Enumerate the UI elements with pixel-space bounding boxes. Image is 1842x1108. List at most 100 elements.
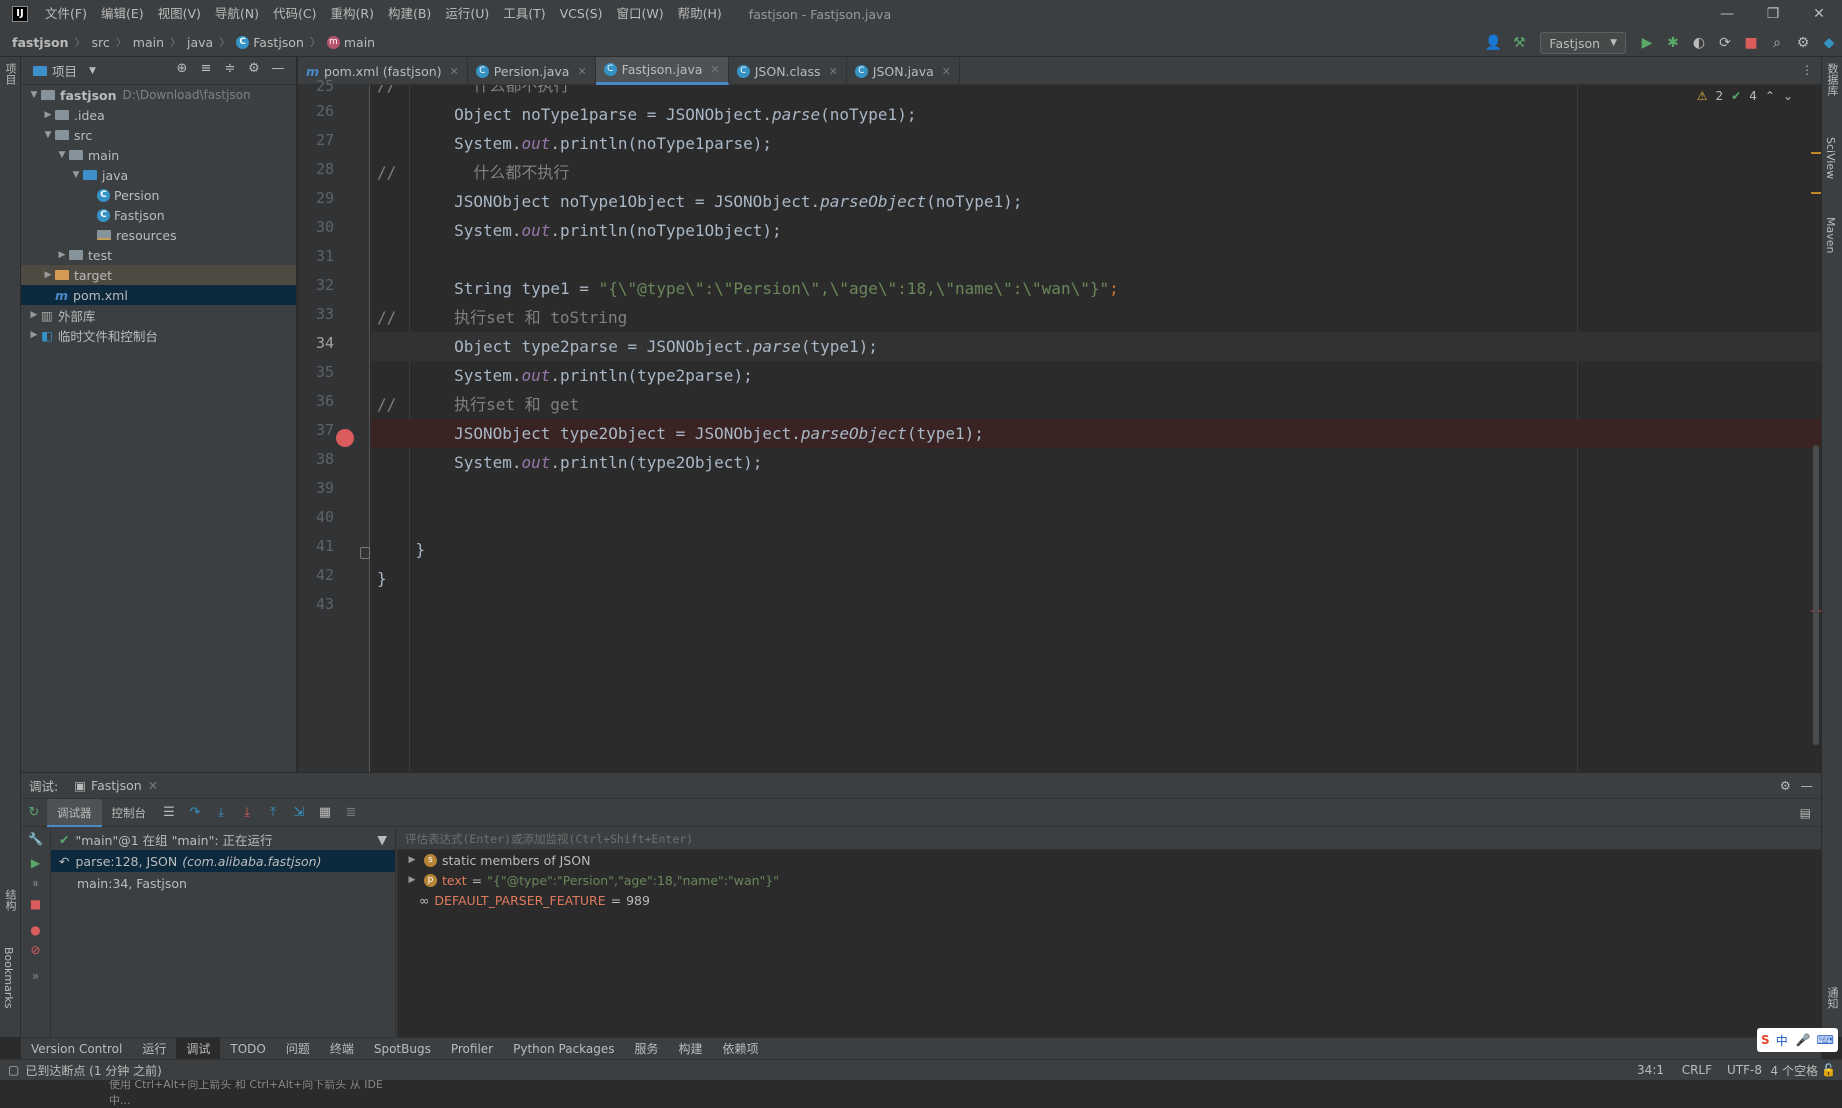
- indent-setting[interactable]: 4 个空格: [1771, 1062, 1818, 1079]
- hide-icon[interactable]: —: [266, 61, 290, 76]
- menu-navigate[interactable]: 导航(N): [208, 0, 266, 28]
- step-into-icon[interactable]: ⤓: [208, 805, 234, 820]
- gear-icon[interactable]: ⚙: [1791, 31, 1815, 55]
- tab-debugger[interactable]: 调试器: [47, 798, 102, 827]
- more-tabs-icon[interactable]: ⋮: [1801, 63, 1813, 77]
- run-config-select[interactable]: Fastjson ▼: [1540, 32, 1626, 54]
- menu-build[interactable]: 构建(B): [381, 0, 438, 28]
- tool-problems[interactable]: 问题: [276, 1038, 320, 1060]
- var-row-text[interactable]: ▶ p text = "{"@type":"Persion","age":18,"nam…: [397, 870, 1821, 890]
- collapse-all-icon[interactable]: ≑: [218, 61, 242, 76]
- step-over-icon[interactable]: ↷: [182, 805, 208, 820]
- evaluate-expression-input[interactable]: 评估表达式(Enter)或添加监视(Ctrl+Shift+Enter): [397, 828, 1821, 850]
- menu-view[interactable]: 视图(V): [151, 0, 208, 28]
- frame-row[interactable]: ↶ parse:128, JSON (com.alibaba.fastjson): [51, 850, 395, 872]
- line-separator[interactable]: CRLF: [1682, 1063, 1712, 1077]
- tree-item-test[interactable]: ▶ test: [21, 245, 296, 265]
- menu-help[interactable]: 帮助(H): [671, 0, 729, 28]
- close-tab-icon[interactable]: ✕: [942, 65, 951, 78]
- thread-selector[interactable]: ✔ "main"@1 在组 "main": 正在运行 ▼: [51, 828, 395, 850]
- tool-build[interactable]: 构建: [669, 1038, 713, 1060]
- sciview-tool-tab[interactable]: SciView: [1824, 137, 1837, 179]
- tool-debug[interactable]: 调试: [176, 1037, 221, 1060]
- run-icon[interactable]: ▶: [1635, 31, 1659, 55]
- tab-json-java[interactable]: C JSON.java ✕: [847, 57, 960, 85]
- editor-scrollbar[interactable]: [1813, 445, 1819, 745]
- tool-python-packages[interactable]: Python Packages: [503, 1038, 624, 1060]
- debug-session-tab[interactable]: ▣ Fastjson ✕: [74, 778, 158, 793]
- menu-file[interactable]: 文件(F): [38, 0, 94, 28]
- tab-console[interactable]: 控制台: [102, 799, 157, 827]
- search-icon[interactable]: ⌕: [1765, 31, 1789, 55]
- tree-item-target[interactable]: ▶ target: [21, 265, 296, 285]
- tool-todo[interactable]: TODO: [220, 1038, 275, 1060]
- breadcrumb-main[interactable]: main: [133, 35, 164, 50]
- locate-icon[interactable]: ⊕: [170, 61, 194, 76]
- project-panel-title[interactable]: 项目: [52, 61, 77, 80]
- chevron-up-icon[interactable]: ⌃: [1765, 89, 1775, 103]
- tree-item-idea[interactable]: ▶ .idea: [21, 105, 296, 125]
- build-hammer-icon[interactable]: ⚒: [1507, 31, 1531, 55]
- coverage-icon[interactable]: ◐: [1687, 31, 1711, 55]
- tree-item-root[interactable]: ▼ fastjson D:\Download\fastjson: [21, 85, 296, 105]
- breadcrumb-project[interactable]: fastjson: [12, 35, 69, 50]
- tree-item-resources[interactable]: resources: [21, 225, 296, 245]
- filter-icon[interactable]: ▼: [377, 832, 387, 847]
- run-to-cursor-icon[interactable]: ⇲: [286, 805, 312, 820]
- close-tab-icon[interactable]: ✕: [829, 65, 838, 78]
- expand-all-icon[interactable]: ≡: [194, 61, 218, 76]
- debug-bug-icon[interactable]: ✱: [1661, 31, 1685, 55]
- breadcrumb-file[interactable]: C Fastjson: [236, 35, 304, 50]
- wrench-icon[interactable]: 🔧: [21, 828, 50, 846]
- force-step-into-icon[interactable]: ⤓: [234, 805, 260, 820]
- menu-tools[interactable]: 工具(T): [496, 0, 552, 28]
- chevron-down-icon[interactable]: ⌄: [1783, 89, 1793, 103]
- menu-refactor[interactable]: 重构(R): [324, 0, 381, 28]
- menu-run[interactable]: 运行(U): [438, 0, 496, 28]
- tree-item-external-libs[interactable]: ▶ ▥ 外部库: [21, 305, 296, 325]
- tool-profiler[interactable]: Profiler: [441, 1038, 503, 1060]
- database-tool-tab[interactable]: 数据库: [1824, 63, 1840, 96]
- more-icon[interactable]: »: [21, 957, 50, 983]
- project-tool-tab[interactable]: 项目: [2, 63, 18, 85]
- frame-row[interactable]: main:34, Fastjson: [51, 872, 395, 894]
- layout-icon[interactable]: ▤: [1800, 806, 1811, 820]
- menu-vcs[interactable]: VCS(S): [553, 0, 610, 28]
- profile-icon[interactable]: ⟳: [1713, 31, 1737, 55]
- lock-icon[interactable]: 🔓: [1821, 1063, 1836, 1077]
- toolbox-icon[interactable]: ◆: [1817, 31, 1841, 55]
- breadcrumb-java[interactable]: java: [187, 35, 213, 50]
- close-tab-icon[interactable]: ✕: [450, 65, 459, 78]
- menu-icon[interactable]: ☰: [156, 805, 182, 820]
- tab-json-class[interactable]: C JSON.class ✕: [729, 57, 847, 85]
- tree-item-main[interactable]: ▼ main: [21, 145, 296, 165]
- status-message[interactable]: 已到达断点 (1 分钟 之前): [25, 1062, 161, 1079]
- close-tab-icon[interactable]: ✕: [148, 778, 158, 793]
- fold-icon[interactable]: [360, 547, 370, 559]
- menu-window[interactable]: 窗口(W): [610, 0, 671, 28]
- stop-icon[interactable]: ■: [1739, 31, 1763, 55]
- ime-toolbar[interactable]: S 中 🎤 ⌨: [1757, 1028, 1838, 1052]
- code-editor[interactable]: // 什么都不执行 Object noType1parse = JSONObje…: [371, 85, 1821, 772]
- menu-edit[interactable]: 编辑(E): [94, 0, 151, 28]
- rerun-icon[interactable]: ↻: [21, 805, 47, 820]
- var-row-static[interactable]: ▶ s static members of JSON: [397, 850, 1821, 870]
- structure-tool-tab[interactable]: 结构: [2, 889, 18, 911]
- error-stripe-mark[interactable]: [1811, 152, 1821, 154]
- pause-icon[interactable]: ⏸: [21, 870, 50, 891]
- gear-icon[interactable]: ⚙: [1780, 778, 1791, 793]
- mute-breakpoints-icon[interactable]: ⊘: [21, 937, 50, 957]
- notifications-tool-tab[interactable]: 通知: [1824, 987, 1840, 1009]
- user-icon[interactable]: 👤: [1481, 31, 1505, 55]
- tool-version-control[interactable]: Version Control: [21, 1038, 132, 1060]
- tree-item-src[interactable]: ▼ src: [21, 125, 296, 145]
- breadcrumb-method[interactable]: m main: [326, 35, 375, 50]
- layout-icon[interactable]: ▢: [8, 1063, 19, 1077]
- tree-item-java[interactable]: ▼ java: [21, 165, 296, 185]
- close-tab-icon[interactable]: ✕: [577, 65, 586, 78]
- tool-terminal[interactable]: 终端: [320, 1038, 364, 1060]
- tree-item-persion[interactable]: C Persion: [21, 185, 296, 205]
- breakpoint-icon[interactable]: [336, 429, 354, 447]
- chevron-down-icon[interactable]: ▼: [89, 66, 96, 76]
- tab-persion-java[interactable]: C Persion.java ✕: [468, 57, 596, 85]
